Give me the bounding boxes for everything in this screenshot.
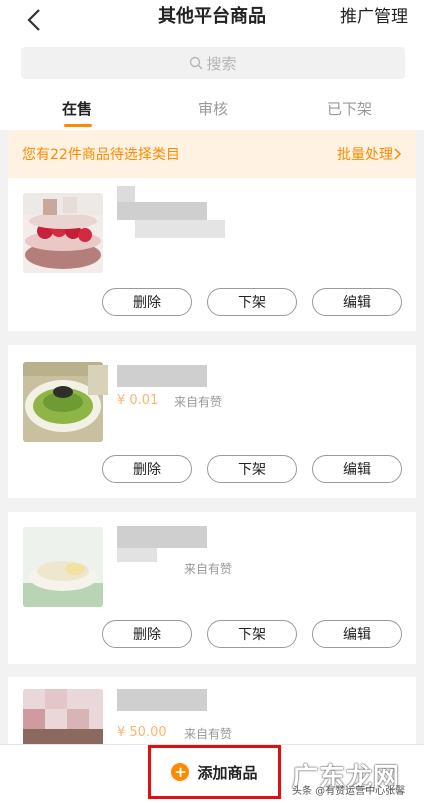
- product-card: ¥ 50.00 来自有赞: [8, 677, 416, 747]
- blurred-title: [117, 548, 157, 562]
- product-source: 来自有赞: [184, 727, 233, 741]
- product-thumbnail[interactable]: [23, 193, 103, 273]
- blurred-title: [135, 220, 225, 238]
- watermark-caption: 头条 @有赞运营中心张馨: [292, 786, 406, 797]
- active-tab-indicator: [64, 124, 92, 127]
- offshelf-button[interactable]: 下架: [207, 455, 297, 483]
- add-product-label: 添加商品: [197, 763, 258, 782]
- edit-button[interactable]: 编辑: [312, 288, 402, 316]
- offshelf-button[interactable]: 下架: [207, 620, 297, 648]
- batch-process-label: 批量处理: [337, 147, 393, 163]
- delete-button[interactable]: 删除: [102, 455, 192, 483]
- plus-icon: +: [171, 763, 190, 781]
- edit-button[interactable]: 编辑: [312, 455, 402, 483]
- product-source: 来自有赞: [174, 395, 223, 409]
- tab-on-sale[interactable]: 在售: [62, 98, 92, 119]
- blurred-title: [117, 526, 207, 548]
- blurred-title: [117, 202, 207, 220]
- product-price: ¥ 50.00: [117, 725, 167, 740]
- category-notice-bar: 您有22件商品待选择类目 批量处理: [8, 130, 416, 178]
- product-source: 来自有赞: [184, 562, 233, 576]
- tab-under-review[interactable]: 审核: [198, 98, 228, 119]
- delete-button[interactable]: 删除: [102, 288, 192, 316]
- status-tabs: 在售 审核 已下架: [0, 92, 424, 130]
- product-thumbnail[interactable]: [23, 527, 103, 607]
- edit-button[interactable]: 编辑: [312, 620, 402, 648]
- blurred-title: [117, 689, 207, 711]
- notice-text: 您有22件商品待选择类目: [22, 147, 180, 163]
- search-area: 搜索: [0, 40, 424, 92]
- product-image: [23, 689, 103, 747]
- promotion-management-link[interactable]: 推广管理: [340, 6, 408, 28]
- product-thumbnail[interactable]: [23, 689, 103, 747]
- header-bar: 其他平台商品 推广管理: [0, 0, 424, 40]
- search-input[interactable]: 搜索: [21, 47, 405, 79]
- blurred-title: [117, 365, 207, 387]
- blurred-title: [88, 365, 108, 395]
- product-card: 删除 下架 编辑: [8, 178, 416, 331]
- macaron-cake-image: [23, 193, 103, 273]
- product-price: ¥ 0.01: [117, 393, 159, 408]
- chevron-right-icon: [394, 148, 402, 160]
- blurred-title: [117, 186, 135, 202]
- tab-off-shelf[interactable]: 已下架: [327, 98, 372, 119]
- batch-process-link[interactable]: 批量处理: [337, 144, 403, 164]
- product-card: 来自有赞 删除 下架 编辑: [8, 512, 416, 664]
- search-icon: [190, 56, 203, 70]
- delete-button[interactable]: 删除: [102, 620, 192, 648]
- add-product-button[interactable]: + 添加商品: [148, 745, 281, 799]
- crepe-roll-image: [23, 527, 103, 607]
- offshelf-button[interactable]: 下架: [207, 288, 297, 316]
- search-placeholder: 搜索: [206, 54, 237, 73]
- product-card: ¥ 0.01 来自有赞 删除 下架 编辑: [8, 345, 416, 498]
